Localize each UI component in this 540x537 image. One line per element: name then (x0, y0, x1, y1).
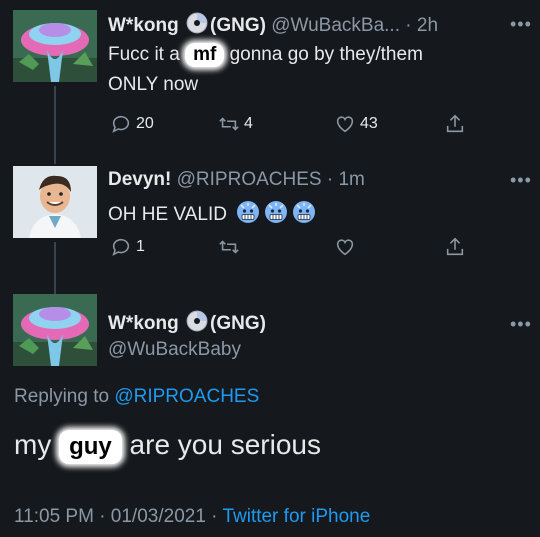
text-part: my (14, 429, 60, 460)
cold-face-emoji-icon (292, 200, 316, 224)
retweet-button[interactable]: 4 (218, 113, 253, 135)
avatar[interactable] (13, 10, 97, 82)
retweet-icon (219, 117, 239, 131)
thread-line (54, 86, 56, 150)
like-button[interactable] (334, 236, 356, 258)
text-part: OH HE VALID (108, 204, 227, 225)
tweet-text: OH HE VALID (108, 200, 316, 227)
tweet-header: W*kong (GNG) @WuBackBa... · 2h (108, 12, 438, 38)
avatar[interactable] (13, 294, 97, 366)
timestamp[interactable]: 11:05 PM · 01/03/2021 · (14, 506, 222, 527)
avatar-image (13, 166, 97, 238)
share-button[interactable] (444, 236, 466, 258)
display-name-row: W*kong (GNG) (108, 310, 266, 336)
censored-word: mf (185, 43, 225, 67)
replying-to: Replying to @RIPROACHES (14, 385, 259, 409)
share-button[interactable] (444, 113, 466, 135)
timestamp[interactable]: · 1m (327, 169, 365, 190)
main-tweet[interactable]: W*kong (GNG) ••• @WuBackBaby Replying to… (0, 280, 540, 537)
heart-icon (336, 239, 354, 256)
thread-line (54, 150, 56, 164)
retweet-icon (219, 240, 239, 254)
main-tweet-text: my guy are you serious (14, 428, 321, 464)
retweet-button[interactable] (218, 236, 240, 258)
censored-word: guy (59, 430, 122, 464)
replying-prefix: Replying to (14, 386, 115, 407)
more-options-icon[interactable]: ••• (510, 170, 532, 191)
reply-button[interactable]: 20 (110, 113, 154, 135)
handle[interactable]: @WuBackBa... (271, 15, 400, 36)
retweet-count: 4 (244, 115, 253, 132)
avatar[interactable] (13, 166, 97, 238)
tweet-2[interactable]: Devyn! @RIPROACHES · 1m ••• OH HE VALID … (0, 150, 540, 280)
thread-line (54, 242, 56, 280)
name-badge: (GNG) (210, 15, 266, 36)
tweet-1[interactable]: W*kong (GNG) @WuBackBa... · 2h ••• Fucc … (0, 0, 540, 150)
tweet-text-line2: ONLY now (108, 74, 199, 95)
text-part: are you serious (121, 429, 321, 460)
display-name[interactable]: Devyn! (108, 169, 171, 190)
text-part: Fucc it a (108, 44, 186, 65)
text-part: gonna go by they/them (224, 44, 423, 65)
avatar-image (13, 294, 97, 366)
tweet-text: Fucc it a mf gonna go by they/them (108, 43, 423, 67)
source-link[interactable]: Twitter for iPhone (222, 506, 370, 527)
tweet-header: Devyn! @RIPROACHES · 1m (108, 168, 365, 192)
reply-count: 1 (136, 238, 145, 255)
heart-icon (336, 116, 354, 133)
reply-button[interactable]: 1 (110, 236, 145, 258)
reply-icon (112, 238, 130, 256)
avatar-image (13, 10, 97, 82)
reply-icon (112, 115, 130, 133)
share-icon (446, 114, 464, 133)
like-button[interactable]: 43 (334, 113, 378, 135)
more-options-icon[interactable]: ••• (510, 314, 532, 335)
name-badge: (GNG) (210, 313, 266, 334)
thread-line (54, 280, 56, 294)
cd-disc-icon (186, 12, 208, 34)
cold-face-emoji-icon (264, 200, 288, 224)
cd-disc-icon (186, 310, 208, 332)
timestamp[interactable]: · 2h (405, 15, 438, 36)
display-name[interactable]: W*kong (108, 15, 179, 36)
handle[interactable]: @WuBackBaby (108, 338, 241, 362)
replying-to-link[interactable]: @RIPROACHES (114, 386, 259, 407)
reply-count: 20 (136, 115, 154, 132)
more-options-icon[interactable]: ••• (510, 14, 532, 35)
like-count: 43 (360, 115, 378, 132)
share-icon (446, 237, 464, 256)
cold-face-emoji-icon (236, 200, 260, 224)
handle[interactable]: @RIPROACHES (177, 169, 322, 190)
display-name[interactable]: W*kong (108, 313, 179, 334)
tweet-meta: 11:05 PM · 01/03/2021 · Twitter for iPho… (14, 506, 370, 528)
